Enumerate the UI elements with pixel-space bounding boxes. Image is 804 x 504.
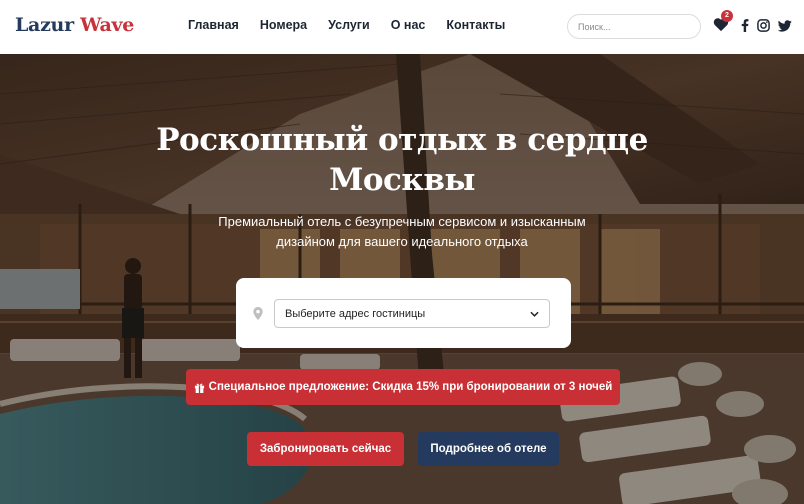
hero-title: Роскошный отдых в сердце Москвы [0,120,804,200]
hotel-details-button[interactable]: Подробнее об отеле [418,432,559,466]
facebook-icon [741,19,749,32]
nav-item-home[interactable]: Главная [188,18,239,32]
hero-title-line1: Роскошный отдых в сердце [156,122,648,158]
search-input[interactable] [567,14,701,39]
wishlist-count-badge: 2 [721,10,733,22]
logo-part1: Lazur [15,14,74,36]
site-header: Lazur Wave Главная Номера Услуги О нас К… [0,0,804,54]
nav-item-rooms[interactable]: Номера [260,18,307,32]
instagram-link[interactable] [757,19,770,37]
hero-section: Роскошный отдых в сердце Москвы Премиаль… [0,54,804,504]
map-pin-icon [253,307,263,320]
nav-item-services[interactable]: Услуги [328,18,370,32]
gift-icon [194,383,204,393]
wishlist-button[interactable]: 2 [713,10,733,33]
hero-subtitle-line2: дизайном для вашего идеального отдыха [276,234,528,249]
hotel-select-card: Выберите адрес гостиницы [236,278,571,348]
instagram-icon [757,19,770,32]
site-logo[interactable]: Lazur Wave [15,14,134,36]
hero-subtitle-line1: Премиальный отель с безупречным сервисом… [218,214,586,229]
main-nav: Главная Номера Услуги О нас Контакты [188,18,526,32]
chevron-down-icon [530,311,539,317]
special-offer-text: Специальное предложение: Скидка 15% при … [208,381,613,393]
facebook-link[interactable] [741,19,749,37]
hero-title-line2: Москвы [329,162,475,198]
hotel-address-select-value: Выберите адрес гостиницы [285,307,426,320]
special-offer-banner: Специальное предложение: Скидка 15% при … [186,369,620,405]
hero-subtitle: Премиальный отель с безупречным сервисом… [202,212,602,252]
book-now-button[interactable]: Забронировать сейчас [247,432,404,466]
logo-part2: Wave [80,14,135,36]
nav-item-contacts[interactable]: Контакты [446,18,505,32]
twitter-icon [777,20,792,32]
hotel-address-select[interactable]: Выберите адрес гостиницы [274,299,550,328]
nav-item-about[interactable]: О нас [391,18,426,32]
twitter-link[interactable] [777,19,792,37]
